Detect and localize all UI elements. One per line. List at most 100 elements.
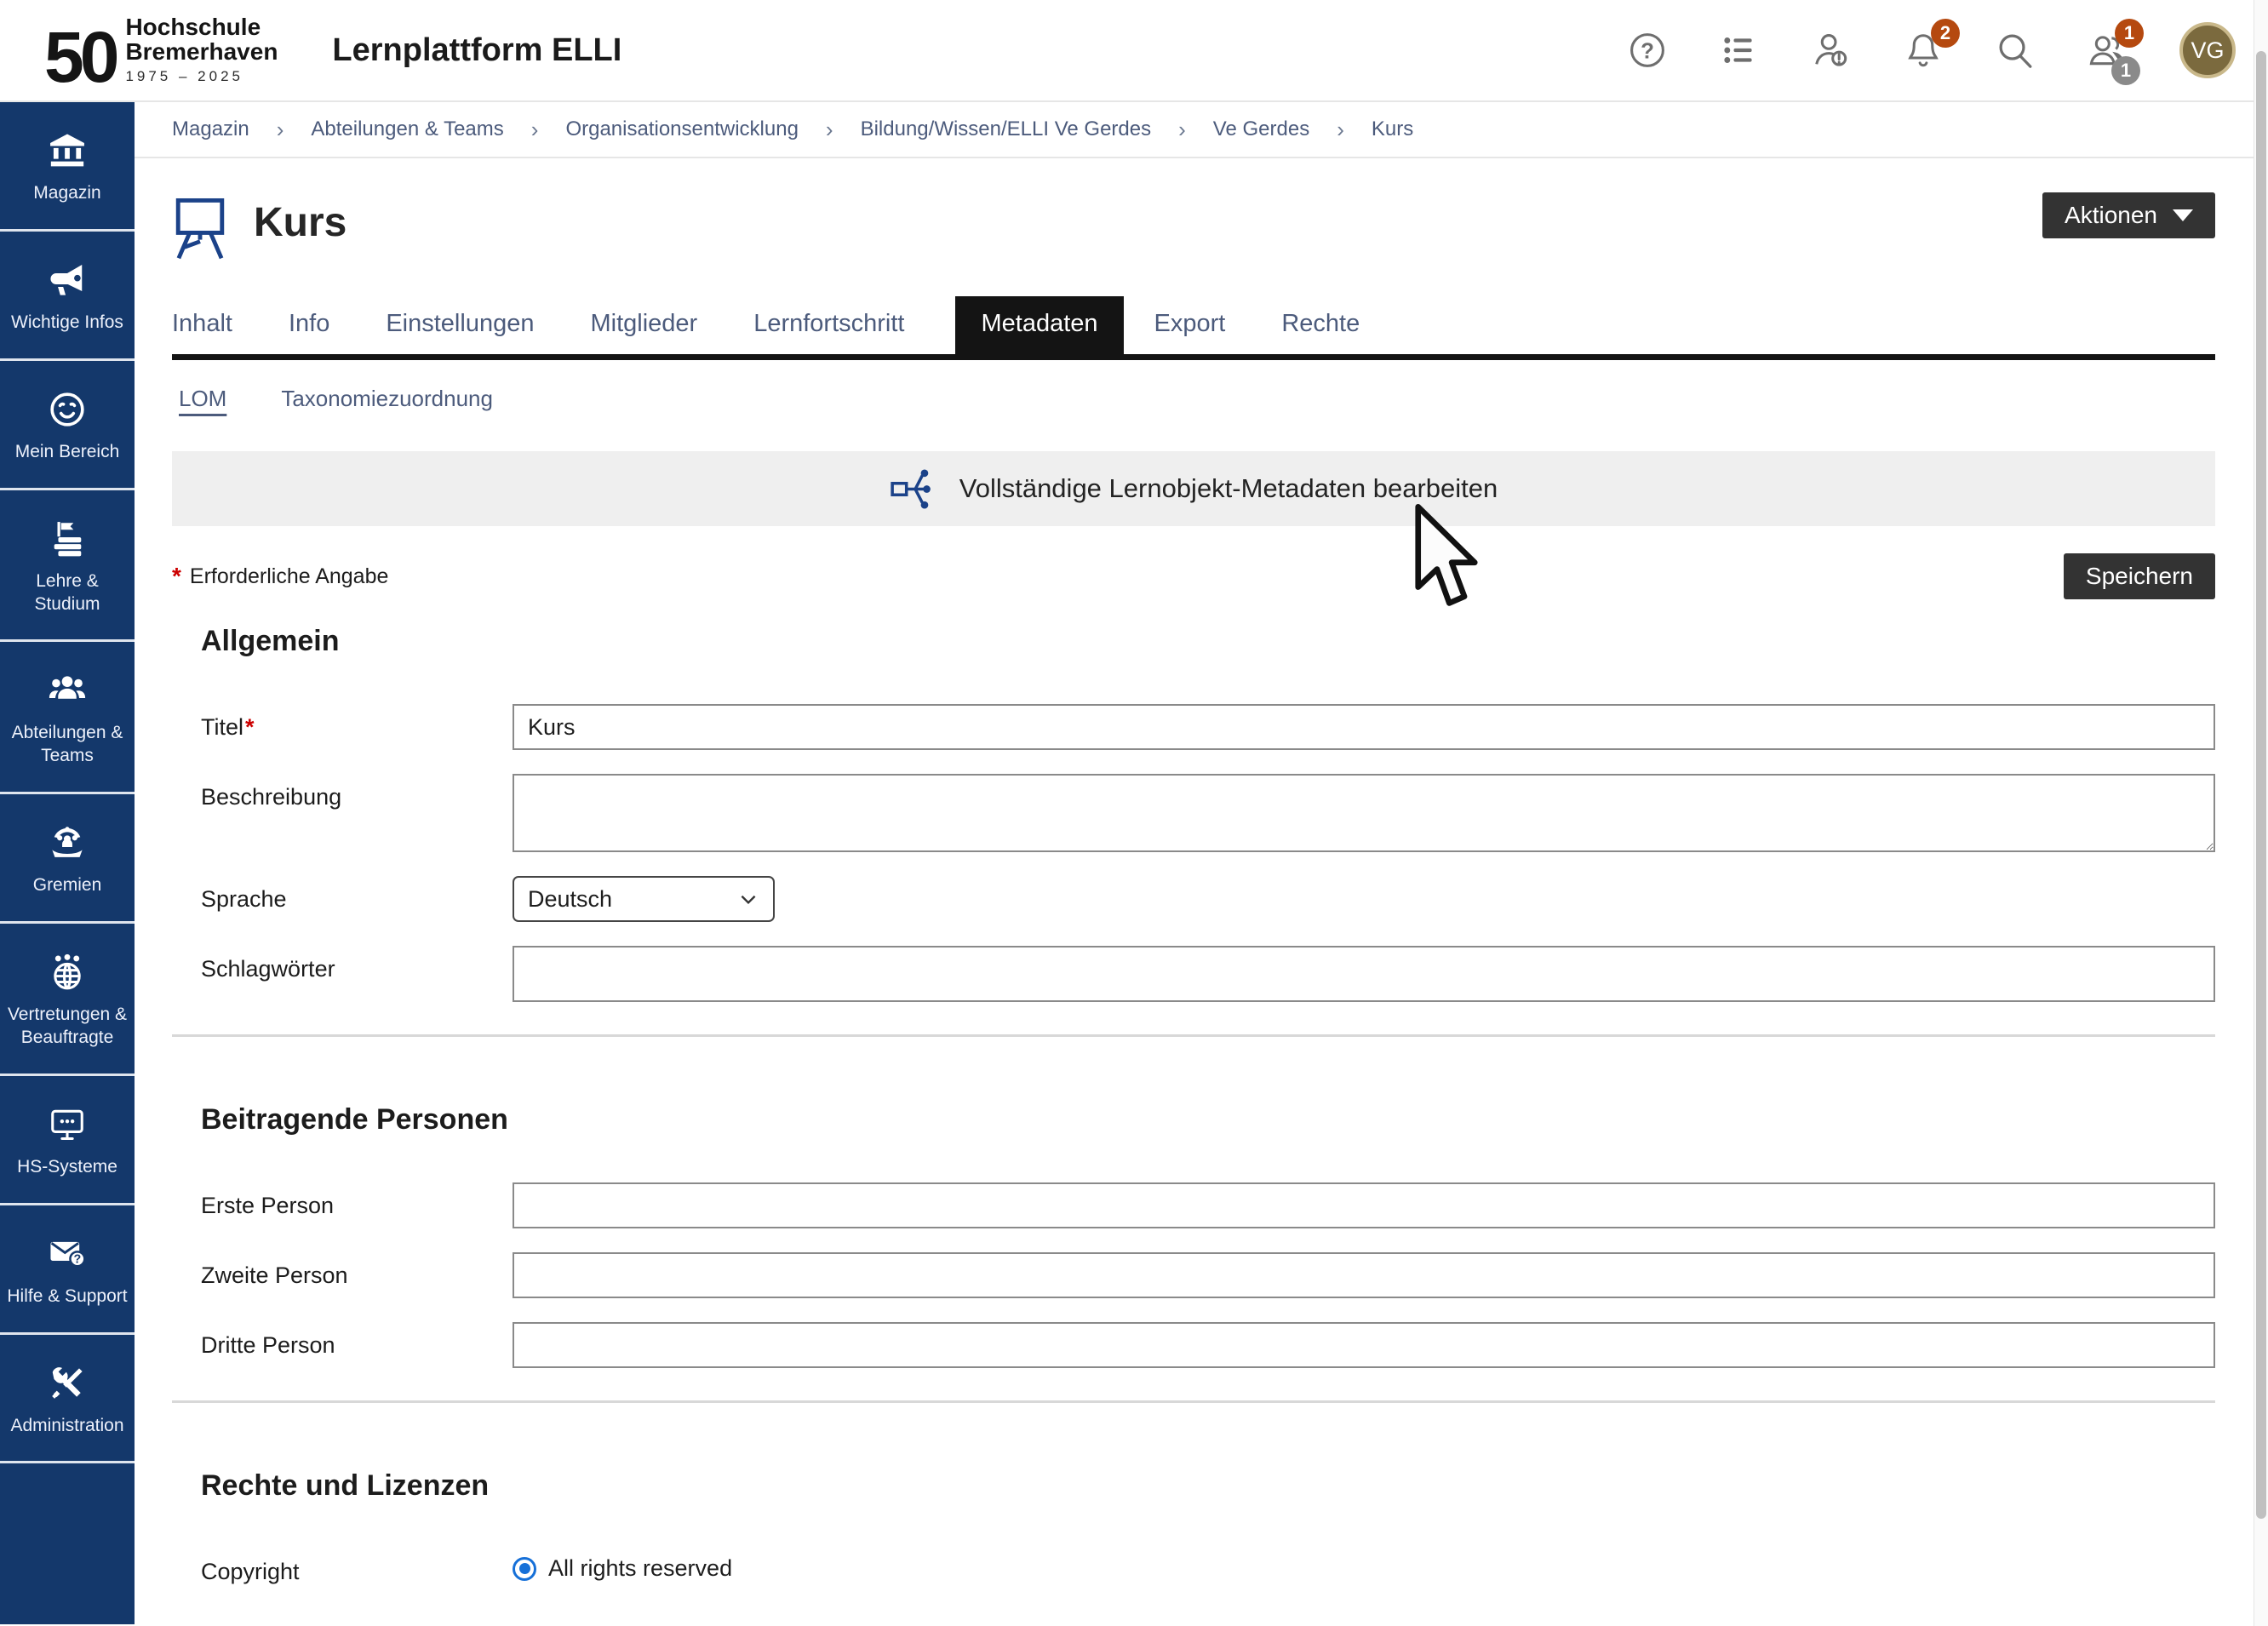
breadcrumb-item[interactable]: Organisationsentwicklung xyxy=(565,117,798,141)
contacts-button[interactable]: 1 1 xyxy=(2088,31,2127,70)
tab-mitglieder[interactable]: Mitglieder xyxy=(590,296,697,354)
logo-name-line1: Hochschule xyxy=(125,15,278,40)
tab-export[interactable]: Export xyxy=(1154,296,1226,354)
tab-metadaten[interactable]: Metadaten xyxy=(955,296,1123,354)
chevron-right-icon: › xyxy=(826,117,833,143)
sidebar-item-vertretungen[interactable]: Vertretungen & Beauftragte xyxy=(0,924,135,1076)
chevron-down-icon xyxy=(737,888,759,910)
schlagwoerter-label: Schlagwörter xyxy=(172,946,513,982)
sidebar-item-lehre-studium[interactable]: Lehre & Studium xyxy=(0,490,135,643)
tab-rechte[interactable]: Rechte xyxy=(1281,296,1360,354)
committee-icon xyxy=(48,823,87,862)
metadata-hub-icon xyxy=(890,465,937,512)
sidebar-item-administration[interactable]: Administration xyxy=(0,1335,135,1464)
breadcrumb-item[interactable]: Kurs xyxy=(1372,117,1413,141)
beschreibung-textarea[interactable] xyxy=(513,774,2215,852)
form-row-sprache: Sprache Deutsch xyxy=(172,876,2215,922)
page-content: Kurs Aktionen Inhalt Info Einstellungen … xyxy=(135,158,2268,1609)
sprache-select[interactable]: Deutsch xyxy=(513,876,775,922)
tab-bar: Inhalt Info Einstellungen Mitglieder Ler… xyxy=(172,296,2215,360)
tab-info[interactable]: Info xyxy=(289,296,329,354)
books-icon xyxy=(48,519,87,558)
required-asterisk: * xyxy=(172,563,181,590)
required-asterisk: * xyxy=(245,714,255,740)
sidebar-item-label: Lehre & Studium xyxy=(4,570,130,616)
dritte-person-label: Dritte Person xyxy=(172,1322,513,1359)
erste-person-input[interactable] xyxy=(513,1182,2215,1228)
banner-label: Vollständige Lernobjekt-Metadaten bearbe… xyxy=(959,473,1498,504)
sidebar-item-magazin[interactable]: Magazin xyxy=(0,102,135,232)
sprache-label: Sprache xyxy=(172,876,513,913)
tab-inhalt[interactable]: Inhalt xyxy=(172,296,232,354)
sidebar-item-abteilungen-teams[interactable]: Abteilungen & Teams xyxy=(0,642,135,794)
form-row-titel: Titel* xyxy=(172,704,2215,750)
breadcrumb-item[interactable]: Ve Gerdes xyxy=(1213,117,1309,141)
breadcrumb-item[interactable]: Bildung/Wissen/ELLI Ve Gerdes xyxy=(861,117,1152,141)
section-heading-beitragende: Beitragende Personen xyxy=(201,1103,2215,1136)
breadcrumb: Magazin › Abteilungen & Teams › Organisati… xyxy=(135,102,2268,158)
user-avatar[interactable]: VG xyxy=(2179,22,2236,78)
section-heading-allgemein: Allgemein xyxy=(201,625,2215,658)
actions-button[interactable]: Aktionen xyxy=(2042,192,2215,238)
mail-help-icon: ? xyxy=(48,1234,87,1274)
notifications-button[interactable]: 2 xyxy=(1904,31,1943,70)
vertical-scrollbar[interactable] xyxy=(2254,0,2268,1626)
tab-lernfortschritt[interactable]: Lernfortschritt xyxy=(753,296,904,354)
university-logo[interactable]: 50 Hochschule Bremerhaven 1975 – 2025 xyxy=(44,15,278,85)
sidebar-item-wichtige-infos[interactable]: Wichtige Infos xyxy=(0,232,135,361)
chevron-right-icon: › xyxy=(1178,117,1186,143)
logo-years: 1975 – 2025 xyxy=(125,69,278,84)
sidebar-item-label: Vertretungen & Beauftragte xyxy=(4,1004,130,1050)
form-row-schlagwoerter: Schlagwörter xyxy=(172,946,2215,1002)
subtab-lom[interactable]: LOM xyxy=(179,386,226,412)
sidebar-item-label: Administration xyxy=(10,1415,123,1438)
main-area: Magazin › Abteilungen & Teams › Organisati… xyxy=(135,102,2268,1624)
copyright-label: Copyright xyxy=(172,1549,513,1585)
chevron-right-icon: › xyxy=(277,117,284,143)
dritte-person-input[interactable] xyxy=(513,1322,2215,1368)
titel-input[interactable] xyxy=(513,704,2215,750)
schlagwoerter-input[interactable] xyxy=(513,946,2215,1002)
zweite-person-label: Zweite Person xyxy=(172,1252,513,1289)
app-window: 50 Hochschule Bremerhaven 1975 – 2025 Le… xyxy=(0,0,2268,1626)
chevron-right-icon: › xyxy=(1337,117,1344,143)
top-header: 50 Hochschule Bremerhaven 1975 – 2025 Le… xyxy=(0,0,2268,102)
sidebar-item-label: Mein Bereich xyxy=(15,441,120,464)
search-button[interactable] xyxy=(1996,31,2035,70)
edit-full-metadata-banner[interactable]: Vollständige Lernobjekt-Metadaten bearbe… xyxy=(172,451,2215,526)
people-group-icon xyxy=(48,671,87,710)
sidebar-item-label: Abteilungen & Teams xyxy=(4,722,130,768)
svg-text:?: ? xyxy=(73,1252,81,1266)
section-heading-rechte: Rechte und Lizenzen xyxy=(201,1469,2215,1503)
tab-einstellungen[interactable]: Einstellungen xyxy=(386,296,534,354)
app-title: Lernplattform ELLI xyxy=(332,32,621,69)
subtab-taxonomiezuordnung[interactable]: Taxonomiezuordnung xyxy=(281,386,493,412)
breadcrumb-item[interactable]: Magazin xyxy=(172,117,249,141)
form-row-zweite-person: Zweite Person xyxy=(172,1252,2215,1298)
notifications-badge: 2 xyxy=(1931,19,1960,48)
sidebar-item-label: Wichtige Infos xyxy=(11,312,123,335)
scrollbar-thumb[interactable] xyxy=(2256,51,2266,1519)
sidebar-item-hilfe-support[interactable]: ? Hilfe & Support xyxy=(0,1205,135,1335)
sidebar-item-gremien[interactable]: Gremien xyxy=(0,794,135,924)
awareness-button[interactable] xyxy=(1812,31,1851,70)
user-alert-icon xyxy=(1812,31,1851,70)
globe-people-icon xyxy=(48,953,87,992)
zweite-person-input[interactable] xyxy=(513,1252,2215,1298)
save-button[interactable]: Speichern xyxy=(2064,553,2215,599)
copyright-radio-selected[interactable] xyxy=(513,1557,536,1581)
section-divider xyxy=(172,1034,2215,1037)
subtab-bar: LOM Taxonomiezuordnung xyxy=(172,386,2215,412)
contacts-badge-new: 1 xyxy=(2115,19,2144,48)
breadcrumb-item[interactable]: Abteilungen & Teams xyxy=(311,117,503,141)
todo-list-button[interactable] xyxy=(1720,31,1759,70)
copyright-option-label: All rights reserved xyxy=(548,1555,732,1582)
sprache-selected-value: Deutsch xyxy=(528,886,612,913)
megaphone-icon xyxy=(48,261,87,300)
required-hint: Erforderliche Angabe xyxy=(190,564,388,589)
help-button[interactable]: ? xyxy=(1628,31,1667,70)
sidebar-item-hs-systeme[interactable]: HS-Systeme xyxy=(0,1076,135,1205)
sidebar-item-mein-bereich[interactable]: Mein Bereich xyxy=(0,361,135,490)
page-title: Kurs xyxy=(254,199,346,246)
tools-icon xyxy=(48,1364,87,1403)
